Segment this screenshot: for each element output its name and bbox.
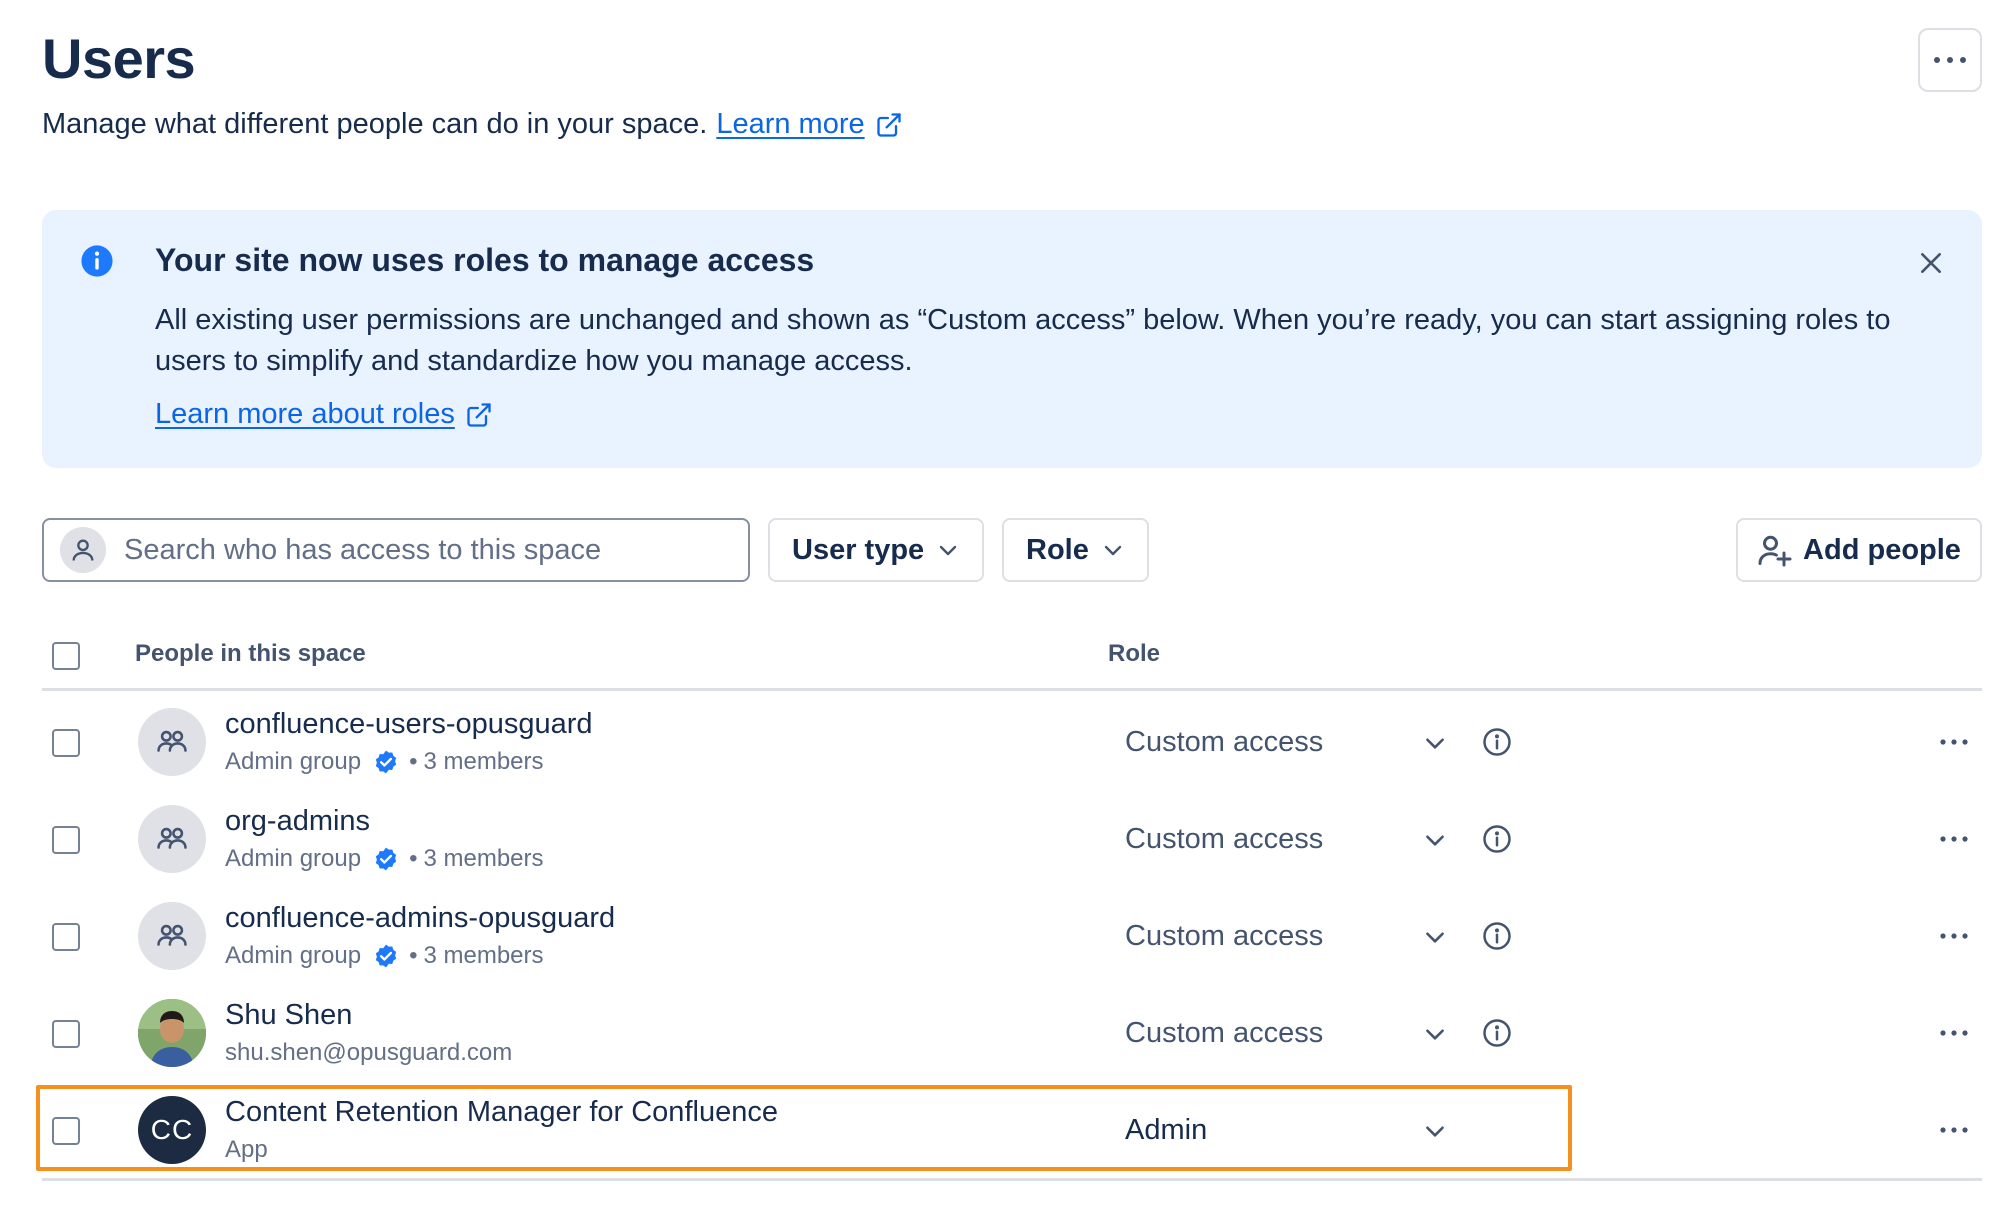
row-checkbox[interactable] [52, 1117, 80, 1145]
user-avatar-photo [138, 999, 206, 1067]
column-header-people: People in this space [135, 640, 366, 667]
row-checkbox[interactable] [52, 1020, 80, 1048]
chevron-down-icon[interactable] [1422, 1118, 1448, 1144]
add-people-label: Add people [1803, 533, 1961, 566]
verified-icon [375, 847, 397, 871]
row-members: 3 members [423, 942, 544, 969]
row-name: confluence-users-opusguard [225, 708, 593, 740]
row-checkbox[interactable] [52, 923, 80, 951]
learn-more-link[interactable]: Learn more [716, 108, 864, 141]
row-meta: Admin group • 3 members [225, 748, 544, 776]
banner-close-button[interactable] [1914, 246, 1948, 280]
table-row: Shu Shen shu.shen@opusguard.com Custom a… [42, 985, 1982, 1082]
banner-title: Your site now uses roles to manage acces… [155, 242, 815, 278]
separator-dot: • [409, 845, 418, 872]
role-select-value[interactable]: Custom access [1125, 823, 1323, 856]
row-checkbox[interactable] [52, 729, 80, 757]
table-row: confluence-users-opusguard Admin group •… [42, 694, 1982, 791]
row-checkbox[interactable] [52, 826, 80, 854]
more-horizontal-icon [1940, 933, 1968, 939]
verified-icon [375, 750, 397, 774]
search-input[interactable] [124, 533, 724, 567]
group-icon [138, 708, 206, 776]
info-outline-icon[interactable] [1482, 921, 1512, 951]
page-title: Users [42, 27, 196, 90]
role-select-value[interactable]: Admin [1125, 1114, 1207, 1147]
more-horizontal-icon [1940, 739, 1968, 745]
role-filter-label: Role [1026, 533, 1089, 566]
separator-dot: • [409, 748, 418, 775]
external-link-icon [467, 402, 491, 427]
row-type: Admin group [225, 748, 362, 775]
more-horizontal-icon [1940, 1030, 1968, 1036]
row-more-actions-button[interactable] [1934, 1116, 1974, 1144]
page-more-actions-button[interactable] [1918, 28, 1982, 92]
role-select-value[interactable]: Custom access [1125, 726, 1323, 759]
person-icon [60, 527, 106, 573]
group-icon [138, 805, 206, 873]
row-members: 3 members [423, 748, 544, 775]
close-icon [1921, 253, 1941, 273]
row-type: Admin group [225, 942, 362, 969]
row-name: org-admins [225, 805, 371, 837]
row-type: Admin group [225, 845, 362, 872]
more-horizontal-icon [1934, 57, 1966, 63]
chevron-down-icon[interactable] [1422, 1021, 1448, 1047]
info-outline-icon[interactable] [1482, 824, 1512, 854]
banner-body: All existing user permissions are unchan… [155, 304, 1891, 377]
table-footer-divider [42, 1178, 1982, 1181]
chevron-down-icon [939, 545, 957, 556]
roles-info-banner: Your site now uses roles to manage acces… [42, 210, 1982, 468]
row-name: Shu Shen [225, 999, 353, 1031]
column-header-role: Role [1108, 640, 1161, 667]
more-horizontal-icon [1940, 836, 1968, 842]
chevron-down-icon[interactable] [1422, 730, 1448, 756]
page-subtitle: Manage what different people can do in y… [42, 108, 903, 141]
row-meta: Admin group • 3 members [225, 942, 544, 970]
subtitle-text: Manage what different people can do in y… [42, 108, 708, 140]
info-outline-icon[interactable] [1482, 727, 1512, 757]
chevron-down-icon [1104, 545, 1122, 556]
chevron-down-icon[interactable] [1422, 827, 1448, 853]
search-field[interactable] [42, 518, 750, 582]
table-row: org-admins Admin group • 3 members Custo… [42, 791, 1982, 888]
table-header-divider [42, 688, 1982, 691]
group-icon [138, 902, 206, 970]
separator-dot: • [409, 942, 418, 969]
add-person-icon [1758, 535, 1792, 567]
role-select-value[interactable]: Custom access [1125, 920, 1323, 953]
role-select-value[interactable]: Custom access [1125, 1017, 1323, 1050]
row-name: Content Retention Manager for Confluence [225, 1096, 778, 1128]
user-type-label: User type [792, 533, 925, 566]
row-more-actions-button[interactable] [1934, 922, 1974, 950]
app-avatar: CC [138, 1096, 206, 1164]
info-outline-icon[interactable] [1482, 1018, 1512, 1048]
banner-link-wrap: Learn more about roles [155, 398, 493, 431]
verified-icon [375, 944, 397, 968]
row-email: shu.shen@opusguard.com [225, 1039, 513, 1066]
users-page: Users Manage what different people can d… [0, 0, 2012, 1208]
external-link-icon [876, 112, 901, 137]
select-all-checkbox[interactable] [52, 642, 80, 670]
row-meta: Admin group • 3 members [225, 845, 544, 873]
row-more-actions-button[interactable] [1934, 825, 1974, 853]
row-type: App [225, 1136, 268, 1163]
role-filter-button[interactable]: Role [1002, 518, 1149, 582]
table-row: confluence-admins-opusguard Admin group … [42, 888, 1982, 985]
learn-more-roles-link[interactable]: Learn more about roles [155, 398, 455, 431]
info-icon [81, 245, 113, 277]
row-name: confluence-admins-opusguard [225, 902, 616, 934]
user-type-filter-button[interactable]: User type [768, 518, 985, 582]
row-members: 3 members [423, 845, 544, 872]
row-more-actions-button[interactable] [1934, 1019, 1974, 1047]
row-more-actions-button[interactable] [1934, 728, 1974, 756]
add-people-button[interactable]: Add people [1736, 518, 1982, 582]
chevron-down-icon[interactable] [1422, 924, 1448, 950]
more-horizontal-icon [1940, 1127, 1968, 1133]
table-row: CC Content Retention Manager for Conflue… [42, 1082, 1982, 1179]
